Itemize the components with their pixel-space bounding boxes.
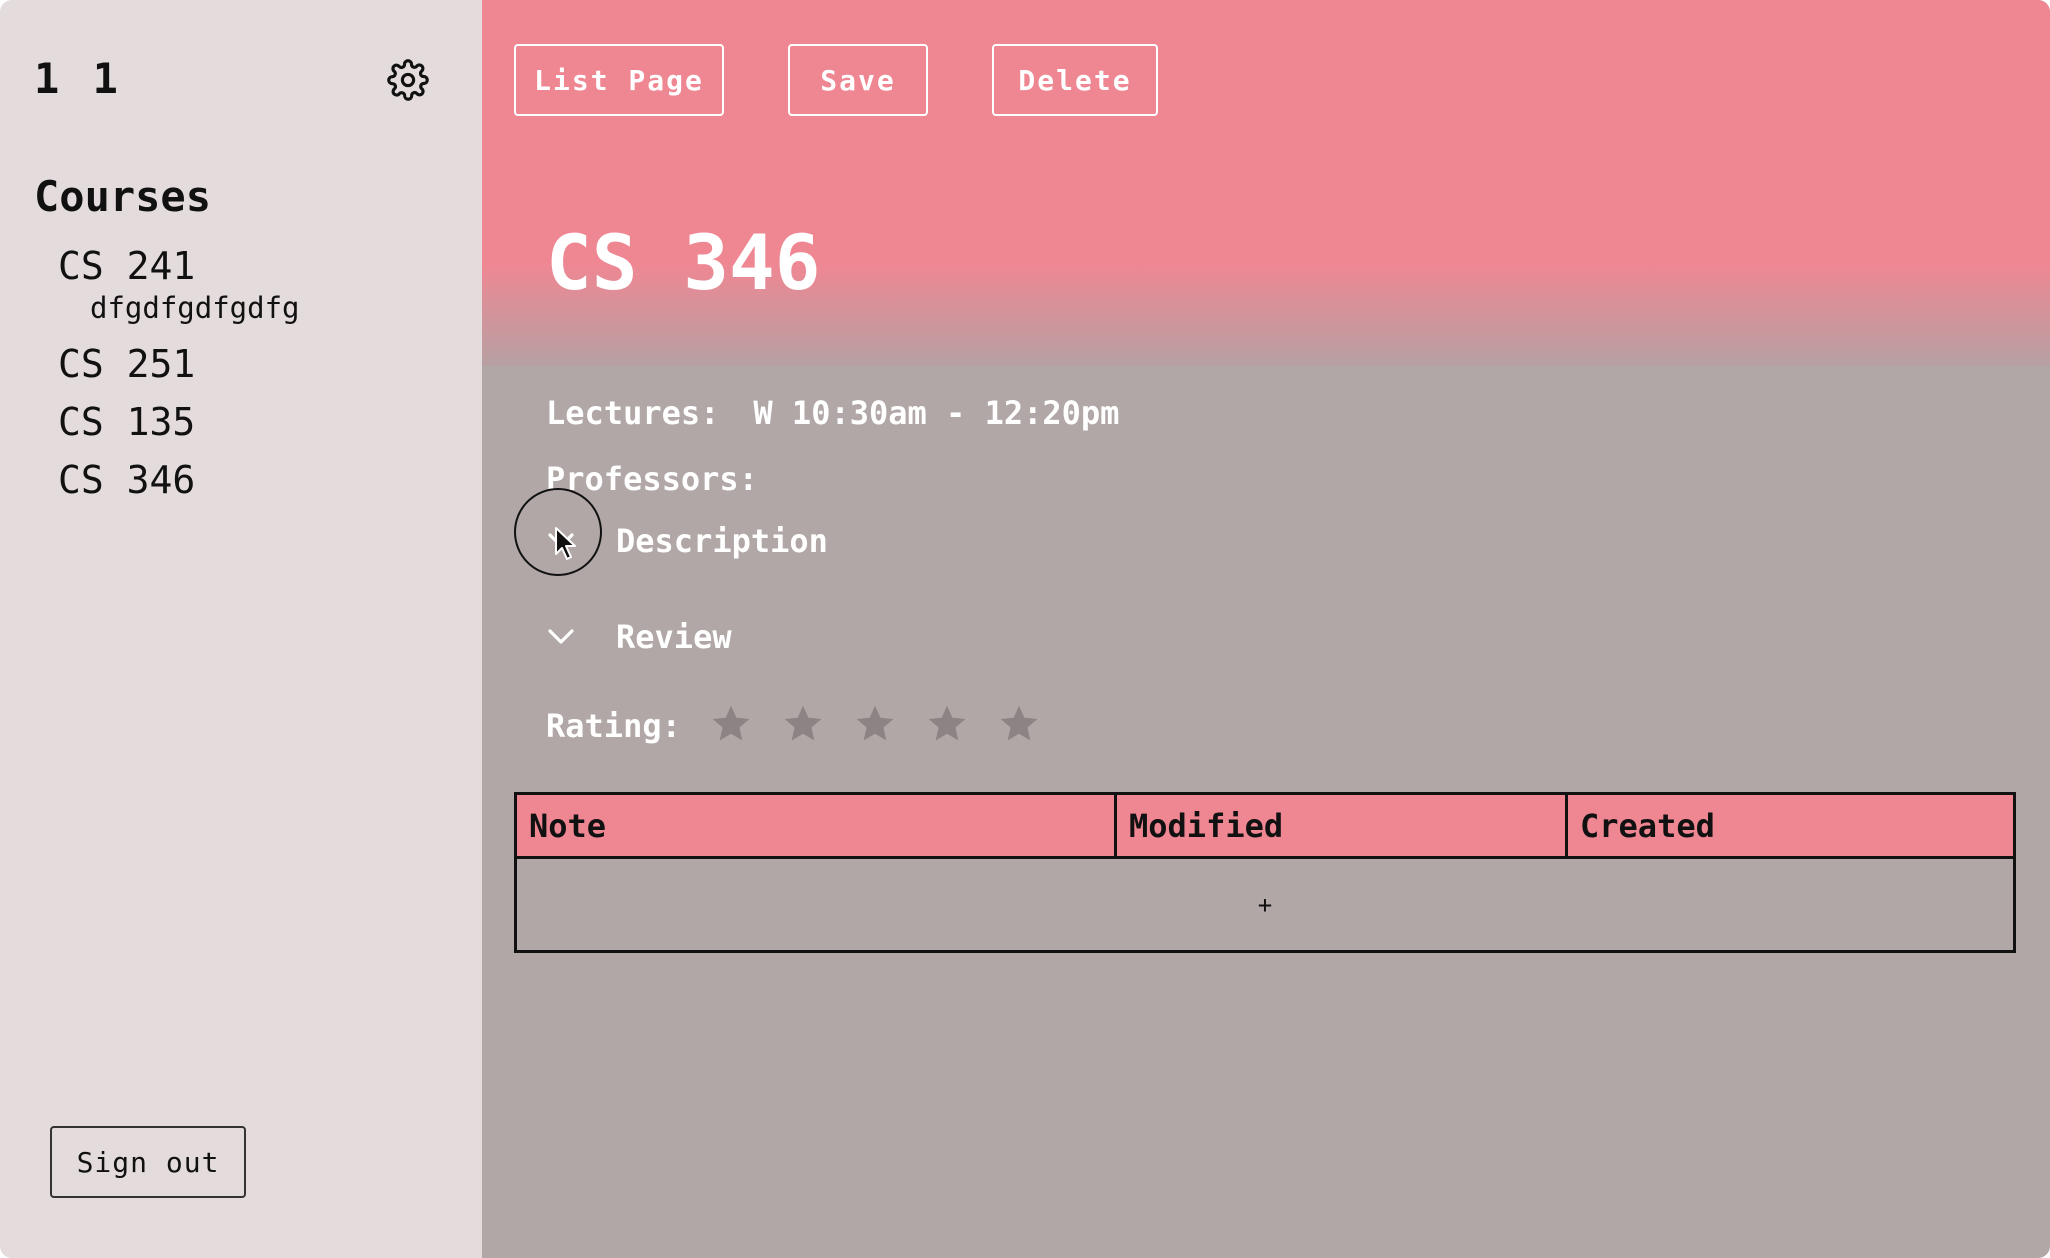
table-header-row: Note Modified Created	[514, 792, 2016, 859]
rating-row: Rating:	[546, 702, 1069, 750]
save-button[interactable]: Save	[788, 44, 928, 116]
column-header-note[interactable]: Note	[514, 792, 1117, 859]
sidebar: 1 1 Courses CS 241 dfgdfgdfgdfg CS 251 C…	[0, 0, 482, 1258]
notes-table: Note Modified Created +	[514, 792, 2016, 953]
delete-button[interactable]: Delete	[992, 44, 1158, 116]
list-page-button[interactable]: List Page	[514, 44, 724, 116]
star-icon[interactable]	[925, 702, 969, 746]
review-label: Review	[616, 618, 732, 656]
course-header: List Page Save Delete CS 346	[482, 0, 2050, 366]
lectures-row: Lectures: W 10:30am - 12:20pm	[546, 394, 1119, 432]
lectures-label: Lectures:	[546, 394, 720, 432]
course-detail: List Page Save Delete CS 346 Lectures: W …	[482, 0, 2050, 1258]
course-item-cs346[interactable]: CS 346	[58, 456, 300, 514]
add-note-button[interactable]: +	[1242, 883, 1288, 927]
column-header-modified[interactable]: Modified	[1114, 792, 1568, 859]
chevron-down-icon	[546, 526, 576, 556]
course-title: CS 346	[546, 218, 821, 307]
description-label: Description	[616, 522, 828, 560]
star-icon[interactable]	[709, 702, 753, 746]
star-rating	[709, 702, 1069, 750]
professors-label: Professors:	[546, 460, 758, 498]
description-toggle[interactable]: Description	[546, 522, 828, 560]
user-name: 1 1	[34, 54, 122, 103]
course-list: CS 241 dfgdfgdfgdfg CS 251 CS 135 CS 346	[58, 242, 300, 514]
add-note-cell: +	[514, 856, 2016, 953]
course-subitem[interactable]: dfgdfgdfgdfg	[58, 290, 300, 332]
courses-heading: Courses	[34, 172, 212, 221]
course-item-cs135[interactable]: CS 135	[58, 398, 300, 456]
star-icon[interactable]	[781, 702, 825, 746]
sign-out-button[interactable]: Sign out	[50, 1126, 246, 1198]
gear-icon	[387, 59, 429, 101]
star-icon[interactable]	[853, 702, 897, 746]
app-window: 1 1 Courses CS 241 dfgdfgdfgdfg CS 251 C…	[0, 0, 2050, 1258]
add-note-row: +	[514, 856, 2016, 953]
lectures-value: W 10:30am - 12:20pm	[753, 394, 1120, 432]
column-header-created[interactable]: Created	[1565, 792, 2016, 859]
star-icon[interactable]	[997, 702, 1041, 746]
settings-button[interactable]	[384, 56, 432, 104]
review-toggle[interactable]: Review	[546, 618, 732, 656]
chevron-down-icon	[546, 622, 576, 652]
course-item-cs251[interactable]: CS 251	[58, 340, 300, 398]
rating-label: Rating:	[546, 707, 681, 745]
